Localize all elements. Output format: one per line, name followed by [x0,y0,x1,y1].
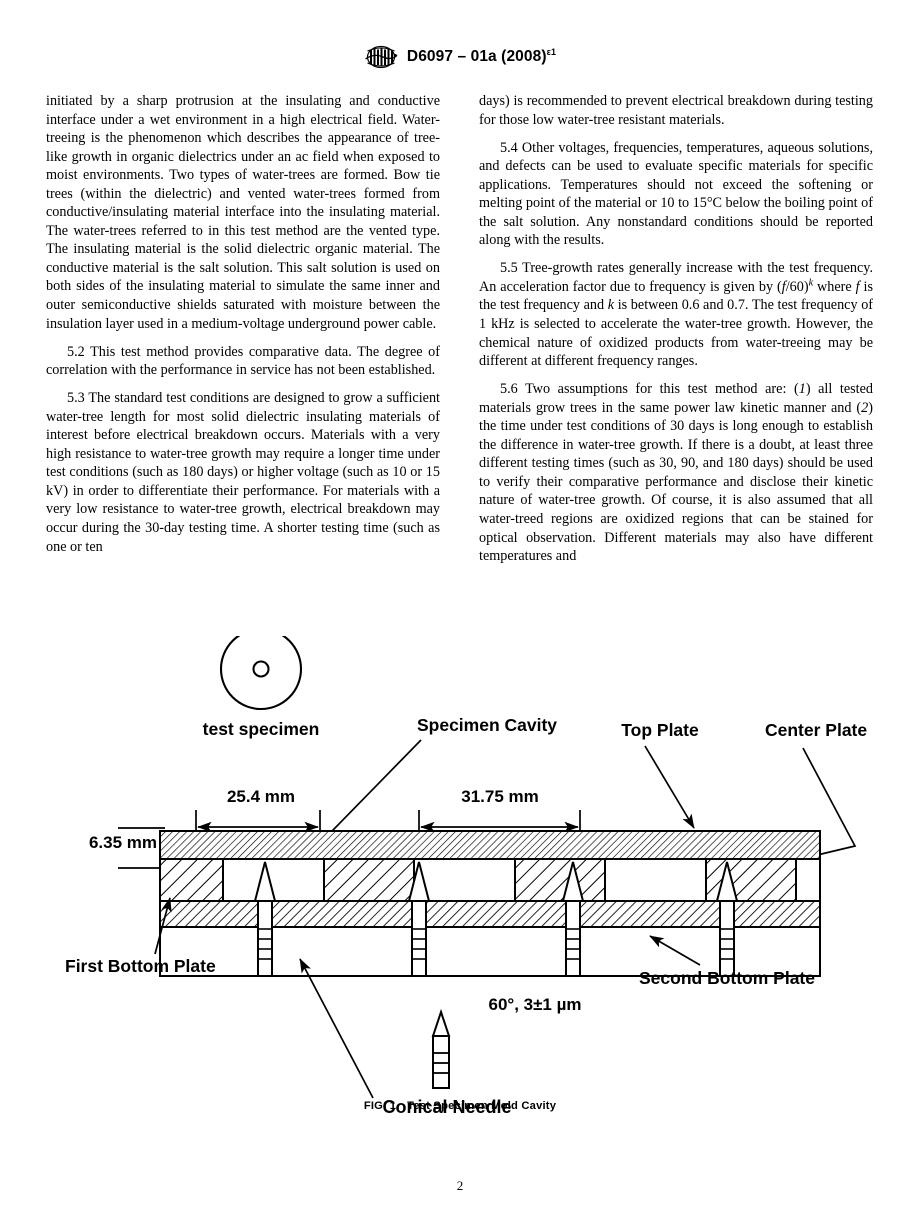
right-column: days) is recommended to prevent electric… [479,92,873,566]
mold-assembly-cross-section [159,830,821,977]
paragraph-5-6: 5.6 Two assumptions for this test method… [479,380,873,565]
leader-top-plate [644,745,695,829]
list-marker-1: 1 [798,381,806,398]
label-specimen-cavity: Specimen Cavity [417,715,557,735]
dimension-6-35-mm: 6.35 mm [89,827,165,869]
conical-needle-detail [431,1008,451,1089]
page-header: D6097 – 01a (2008)ε1 [0,44,920,70]
para-5-6-part3: ) the time under test conditions of 30 d… [479,399,873,565]
paragraph-5-5: 5.5 Tree-growth rates generally increase… [479,259,873,370]
document-designation: D6097 – 01a (2008)ε1 [406,46,557,66]
page-number: 2 [456,1178,464,1193]
paragraph-continued: initiated by a sharp protrusion at the i… [46,93,440,332]
label-needle-spec: 60°, 3±1 µm [488,995,581,1014]
para-5-5-part3: where [813,278,856,295]
label-second-bottom-plate: Second Bottom Plate [639,968,815,988]
label-test-specimen: test specimen [203,719,320,739]
leader-conical-needle [299,958,374,1099]
label-center-plate: Center Plate [765,720,867,740]
designation-text: D6097 – 01a (2008) [406,48,547,65]
top-plate-body [159,830,821,860]
document-page: D6097 – 01a (2008)ε1 initiated by a shar… [0,0,920,1232]
paragraph-5-3: 5.3 The standard test conditions are des… [46,390,440,555]
dimension-label-31-75: 31.75 mm [461,787,539,806]
left-column: initiated by a sharp protrusion at the i… [46,92,440,566]
designation-superscript: ε1 [546,46,557,57]
paragraph-5-2: 5.2 This test method provides comparativ… [46,343,440,379]
figure-caption-title: Test Specimen Mold Cavity [407,1100,557,1112]
para-5-5-part2: /60) [785,278,809,295]
astm-logo-icon [364,44,398,70]
para-5-6-part1: 5.6 Two assumptions for this test method… [500,381,799,398]
dimension-label-6-35: 6.35 mm [89,833,157,852]
dimension-label-25-4: 25.4 mm [227,787,295,806]
paragraph-5-4: 5.4 Other voltages, frequencies, tempera… [479,139,873,249]
figure-1-test-specimen-mold-cavity: test specimen Specimen Cavity Top Plate … [0,636,920,1136]
label-top-plate: Top Plate [621,720,699,740]
test-specimen-disc [219,636,303,711]
body-columns: initiated by a sharp protrusion at the i… [46,92,874,566]
figure-caption-label: FIG. 1 [363,1100,397,1112]
figure-caption: FIG. 1 Test Specimen Mold Cavity [0,1100,920,1112]
label-first-bottom-plate: First Bottom Plate [65,956,216,976]
paragraph-continued-right: days) is recommended to prevent electric… [479,93,873,128]
